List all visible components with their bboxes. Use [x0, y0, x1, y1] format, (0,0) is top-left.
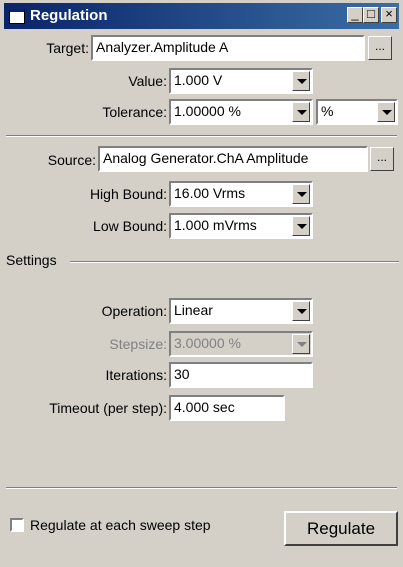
low-bound-label: Low Bound: [93, 218, 167, 234]
chevron-down-icon[interactable] [292, 184, 310, 204]
tolerance-label: Tolerance: [102, 104, 167, 120]
title-bar[interactable]: Regulation _ □ × [4, 3, 399, 29]
value-text: 1.000 V [174, 72, 223, 88]
operation-label: Operation: [101, 303, 167, 319]
minimize-icon: _ [351, 6, 359, 21]
minimize-button[interactable]: _ [347, 6, 363, 23]
chevron-down-icon[interactable] [292, 216, 310, 236]
maximize-icon: □ [367, 6, 375, 21]
operation-text: Linear [174, 302, 213, 318]
separator [6, 135, 397, 137]
target-label: Target: [46, 40, 89, 56]
separator [6, 487, 397, 489]
close-icon: × [385, 6, 393, 21]
source-label: Source: [47, 152, 96, 168]
value-label: Value: [128, 73, 167, 89]
tolerance-unit-combo[interactable]: % [316, 99, 398, 125]
source-browse-button[interactable]: ... [370, 147, 394, 171]
timeout-label: Timeout (per step): [49, 400, 167, 416]
timeout-field[interactable]: 4.000 sec [169, 395, 285, 421]
chevron-down-icon[interactable] [292, 301, 310, 321]
iterations-field[interactable]: 30 [169, 362, 313, 388]
value-combo[interactable]: 1.000 V [169, 68, 313, 94]
maximize-button[interactable]: □ [363, 6, 379, 23]
source-field[interactable]: Analog Generator.ChA Amplitude [98, 146, 368, 172]
low-bound-combo[interactable]: 1.000 mVrms [169, 213, 313, 239]
chevron-down-icon[interactable] [377, 102, 395, 122]
stepsize-text: 3.00000 % [174, 335, 241, 351]
target-field[interactable]: Analyzer.Amplitude A [91, 35, 365, 61]
high-bound-label: High Bound: [89, 186, 167, 202]
close-button[interactable]: × [381, 6, 397, 23]
stepsize-label: Stepsize: [109, 336, 167, 352]
low-bound-text: 1.000 mVrms [174, 217, 257, 233]
settings-group-line [70, 261, 399, 263]
regulate-each-step-checkbox[interactable] [10, 518, 24, 532]
operation-combo[interactable]: Linear [169, 298, 313, 324]
chevron-down-icon[interactable] [292, 71, 310, 91]
tolerance-text: 1.00000 % [174, 103, 241, 119]
window-icon [9, 9, 25, 24]
settings-group-label: Settings [6, 252, 57, 268]
regulation-window: Regulation _ □ × Target: Analyzer.Amplit… [0, 0, 403, 567]
tolerance-combo[interactable]: 1.00000 % [169, 99, 313, 125]
tolerance-unit-text: % [321, 103, 334, 119]
regulate-button[interactable]: Regulate [284, 511, 398, 546]
iterations-label: Iterations: [105, 367, 167, 383]
chevron-down-icon [292, 334, 310, 354]
high-bound-combo[interactable]: 16.00 Vrms [169, 181, 313, 207]
regulate-each-step-label[interactable]: Regulate at each sweep step [30, 517, 211, 533]
high-bound-text: 16.00 Vrms [174, 185, 246, 201]
window-title: Regulation [30, 7, 108, 24]
chevron-down-icon[interactable] [292, 102, 310, 122]
stepsize-combo: 3.00000 % [169, 331, 313, 357]
target-browse-button[interactable]: ... [368, 36, 392, 60]
